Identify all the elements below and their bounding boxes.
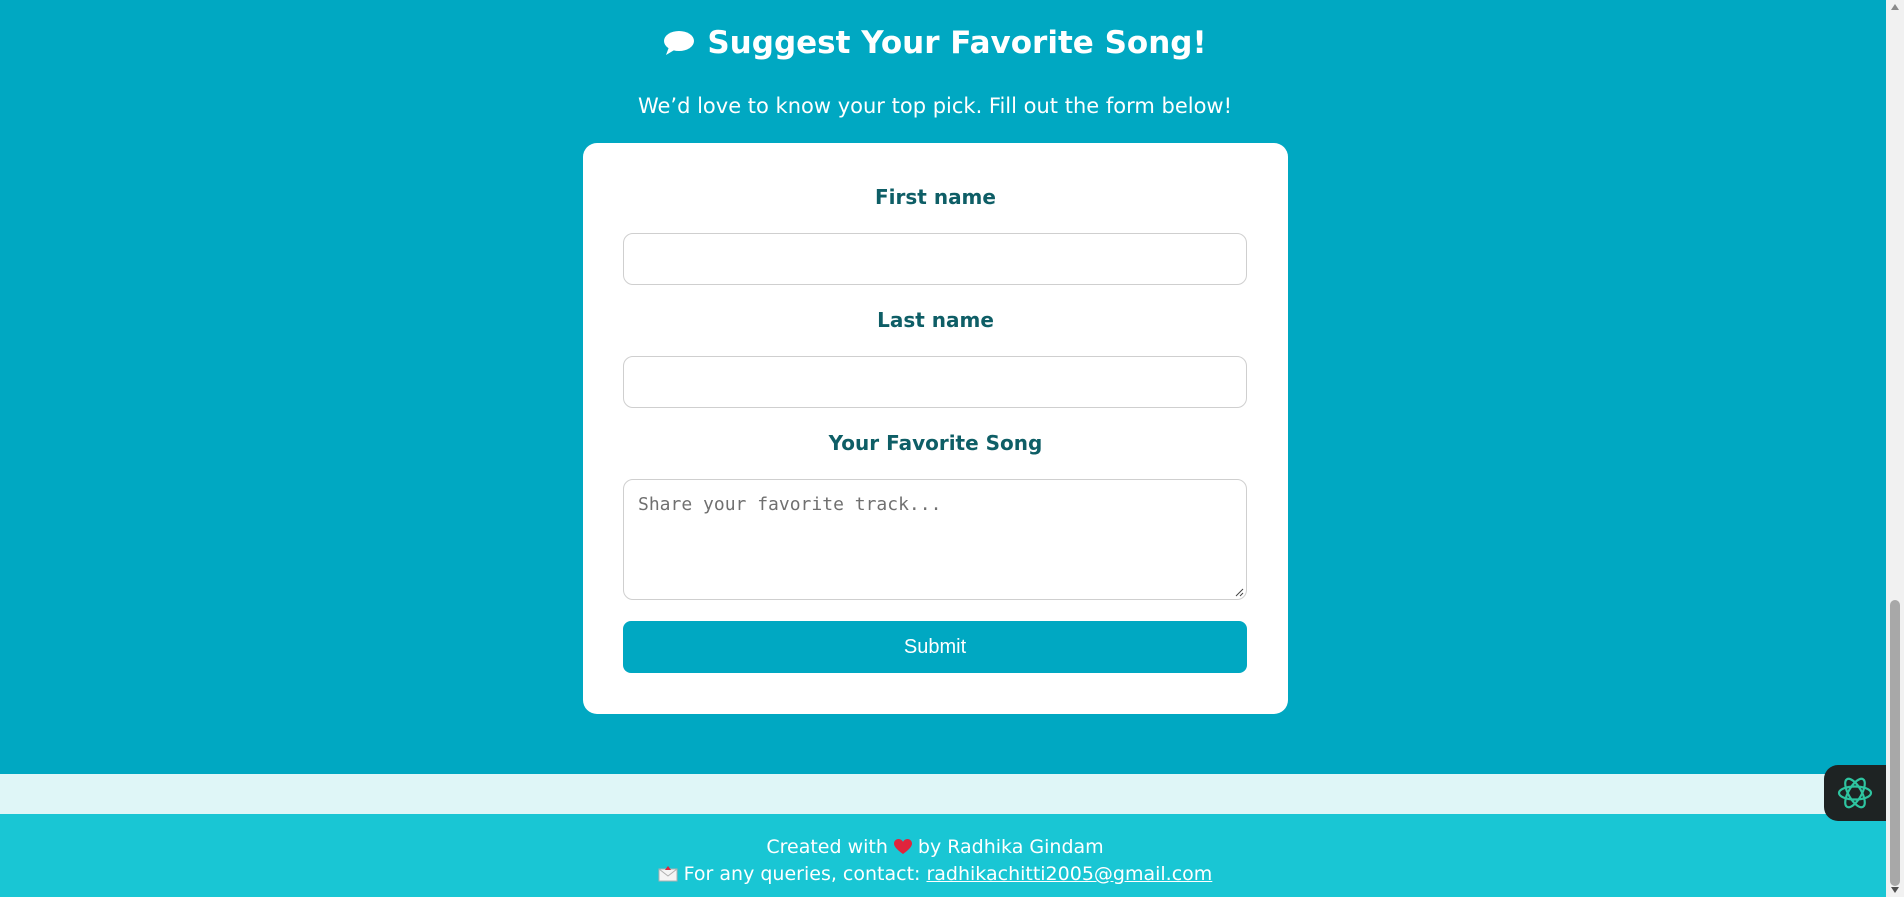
main-section: Suggest Your Favorite Song! We’d love to… xyxy=(0,0,1886,774)
page: Suggest Your Favorite Song! We’d love to… xyxy=(0,0,1904,897)
vertical-scrollbar[interactable] xyxy=(1886,0,1904,897)
ai-assistant-icon xyxy=(1837,777,1873,809)
scrollbar-thumb[interactable] xyxy=(1890,600,1900,886)
heart-icon xyxy=(893,839,912,854)
page-heading: Suggest Your Favorite Song! xyxy=(0,25,1870,61)
suggestion-form: First name Last name Your Favorite Song … xyxy=(583,143,1288,714)
favorite-song-label: Your Favorite Song xyxy=(828,431,1043,455)
scroll-up-arrow-icon[interactable] xyxy=(1891,4,1899,10)
ai-assistant-button[interactable] xyxy=(1824,765,1886,821)
favorite-song-placeholder: Share your favorite track... xyxy=(638,494,942,515)
footer: Created with by Radhika Gindam For any qu… xyxy=(0,814,1886,897)
last-name-label: Last name xyxy=(877,308,994,332)
first-name-input[interactable] xyxy=(623,233,1247,285)
envelope-icon xyxy=(658,866,678,882)
footer-credits: Created with by Radhika Gindam xyxy=(0,836,1870,858)
speech-bubble-icon xyxy=(664,31,695,55)
page-title: Suggest Your Favorite Song! xyxy=(707,25,1207,61)
submit-button[interactable]: Submit xyxy=(623,621,1247,673)
footer-created-prefix: Created with xyxy=(766,836,888,858)
first-name-label: First name xyxy=(875,185,996,209)
page-subtitle: We’d love to know your top pick. Fill ou… xyxy=(637,94,1233,118)
scroll-down-arrow-icon[interactable] xyxy=(1891,887,1899,893)
resize-handle-icon[interactable] xyxy=(1234,587,1244,597)
last-name-input[interactable] xyxy=(623,356,1247,408)
footer-contact-prefix: For any queries, contact: xyxy=(683,863,921,885)
favorite-song-textarea[interactable]: Share your favorite track... xyxy=(623,479,1247,600)
divider-band xyxy=(0,774,1886,814)
contact-email-link[interactable]: radhikachitti2005@gmail.com xyxy=(926,863,1212,885)
footer-contact: For any queries, contact: radhikachitti2… xyxy=(0,863,1870,885)
footer-created-suffix: by Radhika Gindam xyxy=(917,836,1104,858)
